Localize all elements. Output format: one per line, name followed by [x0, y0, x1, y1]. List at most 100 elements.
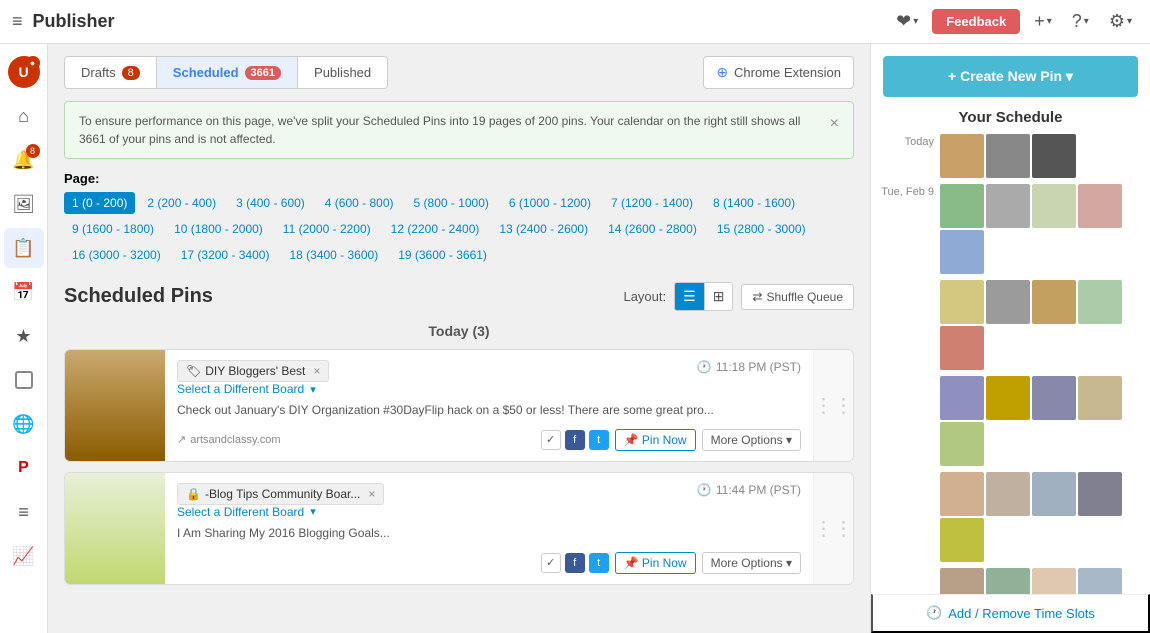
sched-thumb[interactable]	[1032, 280, 1076, 324]
page-button[interactable]: 9 (1600 - 1800)	[64, 218, 162, 240]
sched-thumb[interactable]	[1078, 280, 1122, 324]
pin-body-top: 🏷 DIY Bloggers' Best × Select a Differen…	[177, 360, 801, 396]
banner-close-button[interactable]: ×	[830, 112, 839, 136]
sched-thumb[interactable]	[986, 184, 1030, 228]
sched-thumb[interactable]	[986, 376, 1030, 420]
sidebar-item-avatar[interactable]: U●	[4, 52, 44, 92]
sched-thumb[interactable]	[1032, 184, 1076, 228]
sched-thumb[interactable]	[1032, 472, 1076, 516]
select-different-board-button[interactable]: Select a Different Board	[177, 505, 304, 519]
page-button[interactable]: 15 (2800 - 3000)	[709, 218, 814, 240]
sched-thumb[interactable]	[940, 280, 984, 324]
sched-thumb[interactable]	[940, 134, 984, 178]
sched-thumb[interactable]	[986, 568, 1030, 594]
board-remove-button[interactable]: ×	[313, 364, 320, 378]
more-options-button[interactable]: More Options ▾	[702, 552, 801, 574]
sidebar-item-instagram[interactable]	[4, 360, 44, 400]
page-button[interactable]: 16 (3000 - 3200)	[64, 244, 169, 266]
pin-drag-handle[interactable]: ⋮⋮	[813, 473, 853, 584]
sidebar-item-favorites[interactable]: ★	[4, 316, 44, 356]
sidebar-item-publisher[interactable]: 📋	[4, 228, 44, 268]
sched-thumb[interactable]	[1078, 472, 1122, 516]
page-button[interactable]: 10 (1800 - 2000)	[166, 218, 271, 240]
calendar-icon: 📅	[12, 282, 34, 303]
sched-thumb[interactable]	[940, 472, 984, 516]
page-button[interactable]: 2 (200 - 400)	[139, 192, 224, 214]
page-button[interactable]: 8 (1400 - 1600)	[705, 192, 803, 214]
page-button[interactable]: 5 (800 - 1000)	[406, 192, 497, 214]
page-button[interactable]: 4 (600 - 800)	[317, 192, 402, 214]
sched-thumb[interactable]	[986, 280, 1030, 324]
check-icon[interactable]: ✓	[541, 430, 561, 450]
menu-icon[interactable]: ≡	[12, 11, 23, 32]
sched-thumb[interactable]	[940, 518, 984, 562]
sidebar-item-filter[interactable]: ≡	[4, 492, 44, 532]
sidebar-item-home[interactable]: ⌂	[4, 96, 44, 136]
settings-button[interactable]: ⚙ ▾	[1103, 7, 1138, 36]
page-button[interactable]: 13 (2400 - 2600)	[491, 218, 596, 240]
sidebar-item-notifications[interactable]: 🔔 8	[4, 140, 44, 180]
sched-thumb[interactable]	[986, 472, 1030, 516]
help-button[interactable]: ? ▾	[1066, 7, 1095, 36]
tab-scheduled[interactable]: Scheduled 3661	[157, 57, 298, 88]
check-icon[interactable]: ✓	[541, 553, 561, 573]
feedback-button[interactable]: Feedback	[932, 9, 1020, 34]
page-button[interactable]: 12 (2200 - 2400)	[383, 218, 488, 240]
page-label: Page:	[64, 171, 854, 186]
sidebar-item-images[interactable]: 🖼	[4, 184, 44, 224]
sidebar-item-global[interactable]: 🌐	[4, 404, 44, 444]
sched-thumb[interactable]	[1032, 568, 1076, 594]
add-remove-time-slots-button[interactable]: 🕐 Add / Remove Time Slots	[871, 594, 1150, 633]
page-button[interactable]: 14 (2600 - 2800)	[600, 218, 705, 240]
sched-thumb[interactable]	[1032, 134, 1076, 178]
plus-button[interactable]: + ▾	[1028, 7, 1058, 36]
heart-button[interactable]: ❤ ▾	[890, 7, 924, 36]
create-new-pin-button[interactable]: + Create New Pin ▾	[883, 56, 1138, 97]
page-button[interactable]: 19 (3600 - 3661)	[390, 244, 495, 266]
twitter-icon[interactable]: t	[589, 553, 609, 573]
sched-thumb[interactable]	[1032, 376, 1076, 420]
page-button[interactable]: 7 (1200 - 1400)	[603, 192, 701, 214]
sched-thumb[interactable]	[940, 326, 984, 370]
sched-thumb[interactable]	[940, 376, 984, 420]
pin-drag-handle[interactable]: ⋮⋮	[813, 350, 853, 461]
sidebar-item-analytics[interactable]: 📈	[4, 536, 44, 576]
sched-thumb[interactable]	[940, 230, 984, 274]
sched-thumb[interactable]	[1078, 568, 1122, 594]
select-different-board-button[interactable]: Select a Different Board	[177, 382, 304, 396]
page-button[interactable]: 1 (0 - 200)	[64, 192, 135, 214]
chrome-extension-button[interactable]: ⊕ Chrome Extension	[703, 56, 854, 89]
page-button[interactable]: 18 (3400 - 3600)	[281, 244, 386, 266]
page-button[interactable]: 17 (3200 - 3400)	[173, 244, 278, 266]
sched-thumb[interactable]	[940, 568, 984, 594]
sched-thumb[interactable]	[940, 184, 984, 228]
page-button[interactable]: 11 (2000 - 2200)	[275, 218, 379, 240]
more-options-button[interactable]: More Options ▾	[702, 429, 801, 451]
sched-thumb[interactable]	[1078, 376, 1122, 420]
facebook-icon[interactable]: f	[565, 430, 585, 450]
page-button[interactable]: 3 (400 - 600)	[228, 192, 313, 214]
tab-drafts[interactable]: Drafts 8	[65, 57, 157, 88]
twitter-icon[interactable]: t	[589, 430, 609, 450]
tab-published[interactable]: Published	[298, 57, 387, 88]
sidebar-item-pinterest[interactable]: P	[4, 448, 44, 488]
board-remove-button[interactable]: ×	[368, 487, 375, 501]
drafts-label: Drafts	[81, 65, 116, 80]
sched-thumb[interactable]	[1078, 184, 1122, 228]
sidebar-item-calendar[interactable]: 📅	[4, 272, 44, 312]
sched-thumb[interactable]	[986, 134, 1030, 178]
schedule-scroll: Today Tue, Feb 9	[871, 134, 1150, 594]
facebook-icon[interactable]: f	[565, 553, 585, 573]
pin-time-value: 11:44 PM (PST)	[716, 483, 801, 497]
star-icon: ★	[15, 326, 31, 347]
pin-source: ↗ artsandclassy.com	[177, 433, 281, 446]
pin-now-button[interactable]: 📌 Pin Now	[615, 429, 696, 451]
grid-layout-button[interactable]: ⊞	[705, 283, 733, 310]
list-layout-button[interactable]: ☰	[675, 283, 705, 310]
sched-thumb[interactable]	[940, 422, 984, 466]
pin-now-button[interactable]: 📌 Pin Now	[615, 552, 696, 574]
pin-body: 🏷 DIY Bloggers' Best × Select a Differen…	[165, 350, 813, 461]
page-button[interactable]: 6 (1000 - 1200)	[501, 192, 599, 214]
shuffle-queue-button[interactable]: ⇄ Shuffle Queue	[741, 284, 854, 310]
schedule-row-tue: Tue, Feb 9	[879, 184, 1142, 274]
